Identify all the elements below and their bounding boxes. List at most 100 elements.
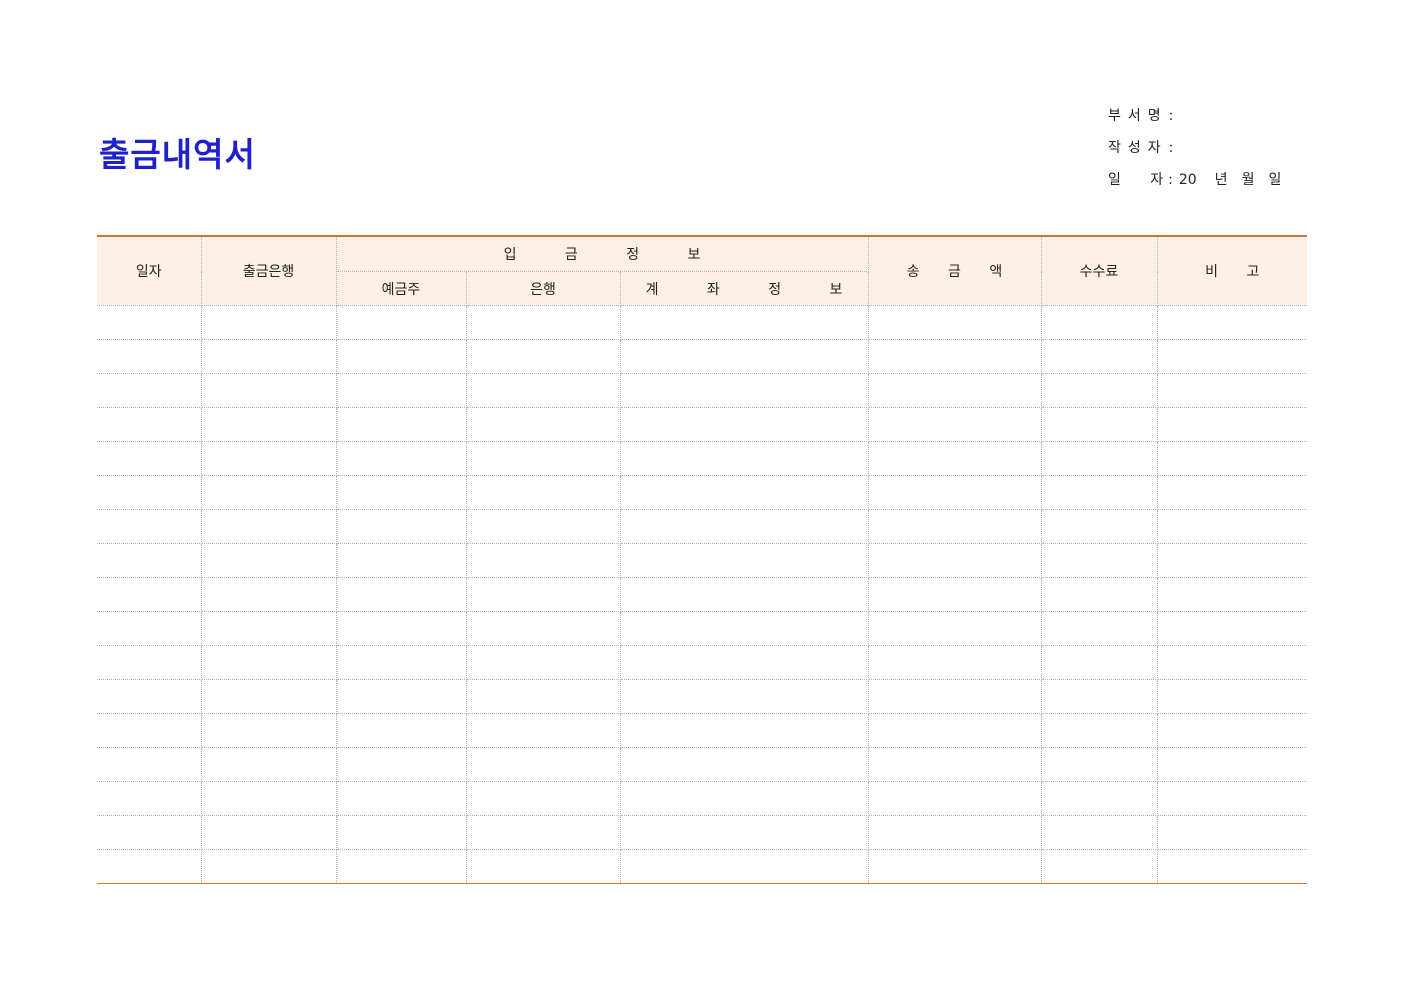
table-cell[interactable] [97, 645, 202, 680]
table-cell[interactable] [867, 849, 1042, 884]
table-cell[interactable] [619, 849, 869, 884]
table-cell[interactable] [335, 679, 467, 714]
table-cell[interactable] [867, 407, 1042, 442]
table-cell[interactable] [200, 713, 337, 748]
table-cell[interactable] [200, 645, 337, 680]
table-cell[interactable] [867, 713, 1042, 748]
table-cell[interactable] [465, 407, 621, 442]
table-cell[interactable] [619, 781, 869, 816]
table-cell[interactable] [97, 849, 202, 884]
table-cell[interactable] [200, 747, 337, 782]
table-cell[interactable] [335, 509, 467, 544]
table-cell[interactable] [335, 305, 467, 340]
table-cell[interactable] [97, 679, 202, 714]
table-cell[interactable] [1040, 373, 1158, 408]
table-cell[interactable] [619, 815, 869, 850]
table-cell[interactable] [200, 611, 337, 646]
table-cell[interactable] [619, 747, 869, 782]
table-cell[interactable] [867, 611, 1042, 646]
table-cell[interactable] [335, 815, 467, 850]
table-cell[interactable] [97, 611, 202, 646]
table-cell[interactable] [465, 679, 621, 714]
table-cell[interactable] [97, 577, 202, 612]
table-cell[interactable] [200, 441, 337, 476]
table-cell[interactable] [867, 781, 1042, 816]
table-cell[interactable] [1156, 611, 1307, 646]
table-cell[interactable] [867, 577, 1042, 612]
table-cell[interactable] [97, 747, 202, 782]
table-cell[interactable] [1040, 441, 1158, 476]
table-cell[interactable] [1156, 849, 1307, 884]
table-cell[interactable] [867, 815, 1042, 850]
table-cell[interactable] [97, 441, 202, 476]
table-cell[interactable] [619, 509, 869, 544]
table-cell[interactable] [619, 373, 869, 408]
table-cell[interactable] [867, 509, 1042, 544]
table-cell[interactable] [335, 645, 467, 680]
table-cell[interactable] [1040, 339, 1158, 374]
table-cell[interactable] [1040, 305, 1158, 340]
table-cell[interactable] [1156, 441, 1307, 476]
table-cell[interactable] [619, 679, 869, 714]
table-cell[interactable] [97, 781, 202, 816]
table-cell[interactable] [1040, 679, 1158, 714]
table-cell[interactable] [1156, 747, 1307, 782]
table-cell[interactable] [465, 781, 621, 816]
table-cell[interactable] [1156, 543, 1307, 578]
table-cell[interactable] [200, 407, 337, 442]
table-cell[interactable] [1040, 645, 1158, 680]
table-cell[interactable] [97, 509, 202, 544]
table-cell[interactable] [200, 339, 337, 374]
table-cell[interactable] [200, 849, 337, 884]
table-cell[interactable] [867, 441, 1042, 476]
table-cell[interactable] [335, 407, 467, 442]
table-cell[interactable] [200, 509, 337, 544]
table-cell[interactable] [1040, 509, 1158, 544]
table-cell[interactable] [97, 475, 202, 510]
table-cell[interactable] [200, 543, 337, 578]
table-cell[interactable] [1156, 407, 1307, 442]
table-cell[interactable] [1040, 849, 1158, 884]
table-cell[interactable] [200, 475, 337, 510]
table-cell[interactable] [1156, 509, 1307, 544]
table-cell[interactable] [200, 781, 337, 816]
table-cell[interactable] [1040, 815, 1158, 850]
table-cell[interactable] [867, 543, 1042, 578]
table-cell[interactable] [465, 305, 621, 340]
table-cell[interactable] [867, 339, 1042, 374]
table-cell[interactable] [335, 441, 467, 476]
table-cell[interactable] [200, 373, 337, 408]
table-cell[interactable] [97, 305, 202, 340]
table-cell[interactable] [335, 373, 467, 408]
table-cell[interactable] [465, 577, 621, 612]
table-cell[interactable] [1040, 407, 1158, 442]
table-cell[interactable] [1156, 645, 1307, 680]
table-cell[interactable] [335, 781, 467, 816]
table-cell[interactable] [619, 407, 869, 442]
table-cell[interactable] [335, 577, 467, 612]
table-cell[interactable] [97, 815, 202, 850]
table-cell[interactable] [1156, 373, 1307, 408]
table-cell[interactable] [200, 305, 337, 340]
table-cell[interactable] [335, 849, 467, 884]
table-cell[interactable] [1156, 713, 1307, 748]
table-cell[interactable] [867, 747, 1042, 782]
table-cell[interactable] [619, 713, 869, 748]
table-cell[interactable] [867, 679, 1042, 714]
table-cell[interactable] [619, 645, 869, 680]
table-cell[interactable] [465, 713, 621, 748]
table-cell[interactable] [619, 475, 869, 510]
table-cell[interactable] [465, 543, 621, 578]
table-cell[interactable] [97, 407, 202, 442]
table-cell[interactable] [335, 339, 467, 374]
table-cell[interactable] [465, 815, 621, 850]
table-cell[interactable] [335, 475, 467, 510]
table-cell[interactable] [465, 747, 621, 782]
table-cell[interactable] [1156, 577, 1307, 612]
table-cell[interactable] [97, 543, 202, 578]
table-cell[interactable] [1040, 611, 1158, 646]
table-cell[interactable] [335, 543, 467, 578]
table-cell[interactable] [1040, 475, 1158, 510]
table-cell[interactable] [465, 441, 621, 476]
table-cell[interactable] [1156, 305, 1307, 340]
